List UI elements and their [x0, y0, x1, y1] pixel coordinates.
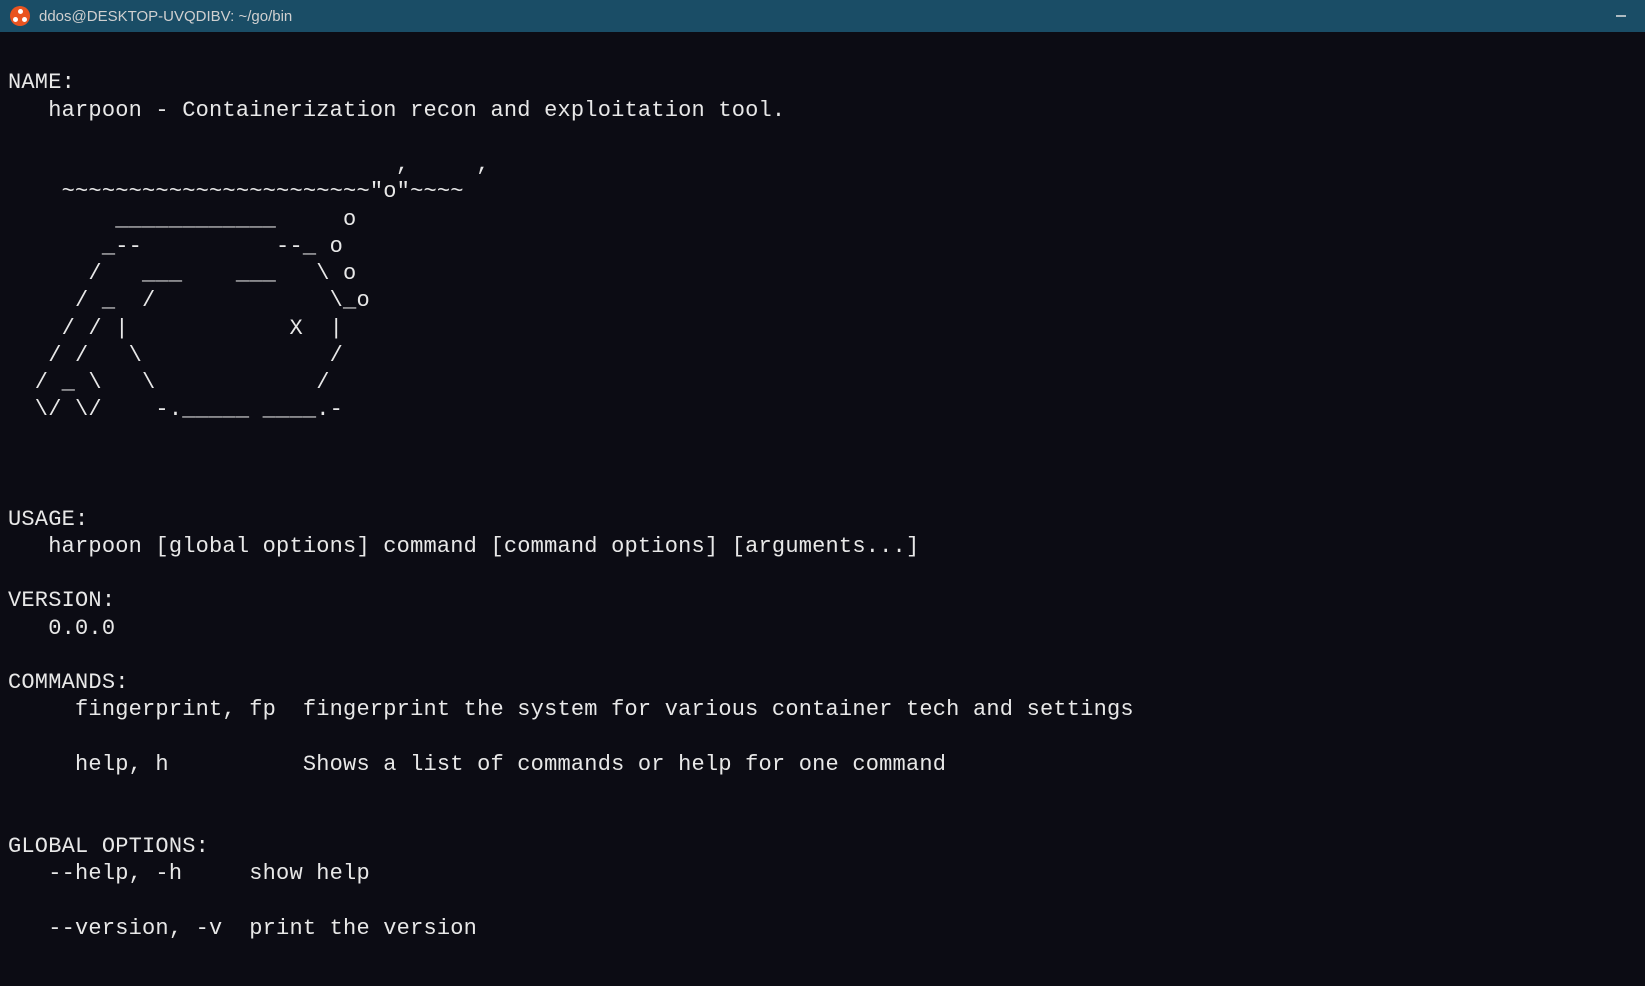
usage-line: harpoon [global options] command [comman… [8, 534, 919, 559]
commands-heading: COMMANDS: [8, 670, 129, 695]
window-controls [1607, 6, 1635, 26]
version-heading: VERSION: [8, 588, 115, 613]
global-options-heading: GLOBAL OPTIONS: [8, 834, 209, 859]
usage-heading: USAGE: [8, 507, 88, 532]
command-row-help: help, h Shows a list of commands or help… [8, 751, 1635, 778]
version-value: 0.0.0 [8, 616, 115, 641]
name-heading: NAME: [8, 70, 75, 95]
ascii-art-logo: , , ~~~~~~~~~~~~~~~~~~~~~~~"o"~~~~ _____… [8, 152, 490, 422]
global-option-version: --version, -v print the version [8, 915, 1635, 942]
terminal-output[interactable]: NAME: harpoon - Containerization recon a… [0, 32, 1645, 986]
global-option-help: --help, -h show help [8, 860, 1635, 887]
command-row-fingerprint: fingerprint, fp fingerprint the system f… [8, 696, 1635, 723]
minimize-button[interactable] [1607, 6, 1635, 26]
window-titlebar: ddos@DESKTOP-UVQDIBV: ~/go/bin [0, 0, 1645, 32]
name-description: harpoon - Containerization recon and exp… [8, 98, 785, 123]
ubuntu-icon [10, 6, 30, 26]
window-title: ddos@DESKTOP-UVQDIBV: ~/go/bin [39, 8, 1607, 25]
